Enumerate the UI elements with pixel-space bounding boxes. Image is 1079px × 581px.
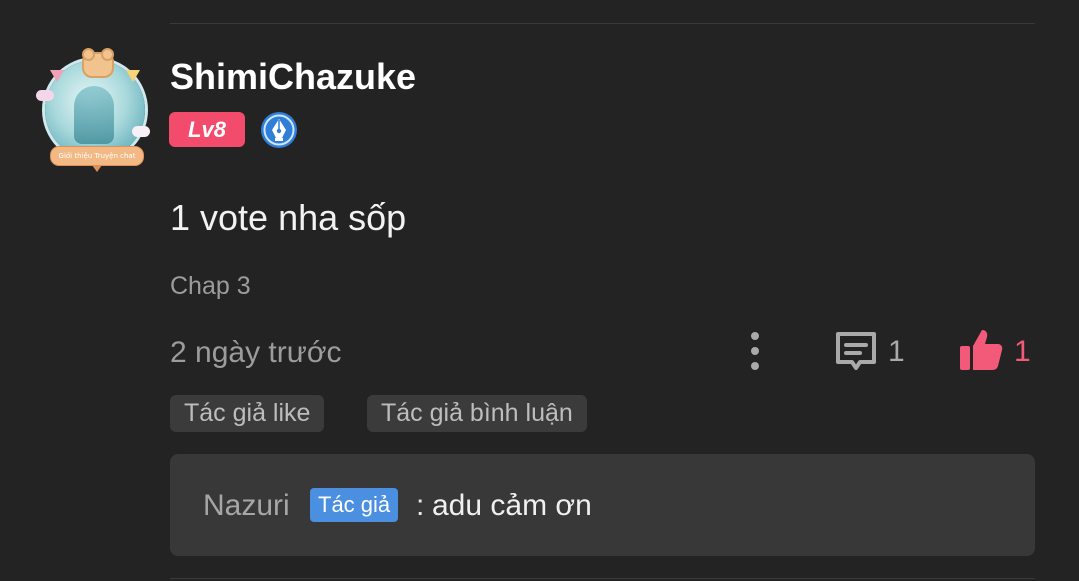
comment-text: 1 vote nha sốp [170, 197, 407, 238]
author-badge: Tác giả [310, 488, 399, 522]
level-badge: Lv8 [169, 112, 245, 147]
chat-bubble-icon [132, 126, 150, 137]
author-like-tag: Tác giả like [170, 395, 325, 432]
bear-icon [82, 48, 114, 78]
chapter-link[interactable]: Chap 3 [170, 270, 251, 302]
author-comment-tag: Tác giả bình luận [367, 395, 587, 432]
author-reply-box[interactable]: Nazuri Tác giả : adu cảm ơn [170, 454, 1035, 556]
like-count: 1 [1014, 335, 1031, 368]
reply-author-name[interactable]: Nazuri [203, 488, 290, 524]
reply-count: 1 [888, 335, 905, 368]
flag-icon [126, 70, 140, 82]
username[interactable]: ShimiChazuke [170, 56, 416, 98]
comment-bubble-icon[interactable] [832, 328, 880, 376]
flag-icon [50, 70, 64, 82]
reply-text: adu cảm ơn [432, 489, 592, 522]
reply-separator: : [416, 489, 425, 522]
thumbs-up-icon[interactable] [957, 326, 1005, 374]
chat-bubble-icon [36, 90, 54, 101]
more-vertical-icon[interactable] [742, 330, 768, 372]
bottom-divider [170, 578, 1035, 579]
pen-nib-icon [260, 111, 298, 149]
avatar-frame-ribbon: Giới thiệu Truyện chat [50, 146, 144, 172]
avatar-figure [74, 86, 114, 144]
comment-timestamp: 2 ngày trước [170, 336, 342, 369]
top-divider [170, 23, 1035, 24]
avatar[interactable]: Giới thiệu Truyện chat [36, 46, 154, 172]
